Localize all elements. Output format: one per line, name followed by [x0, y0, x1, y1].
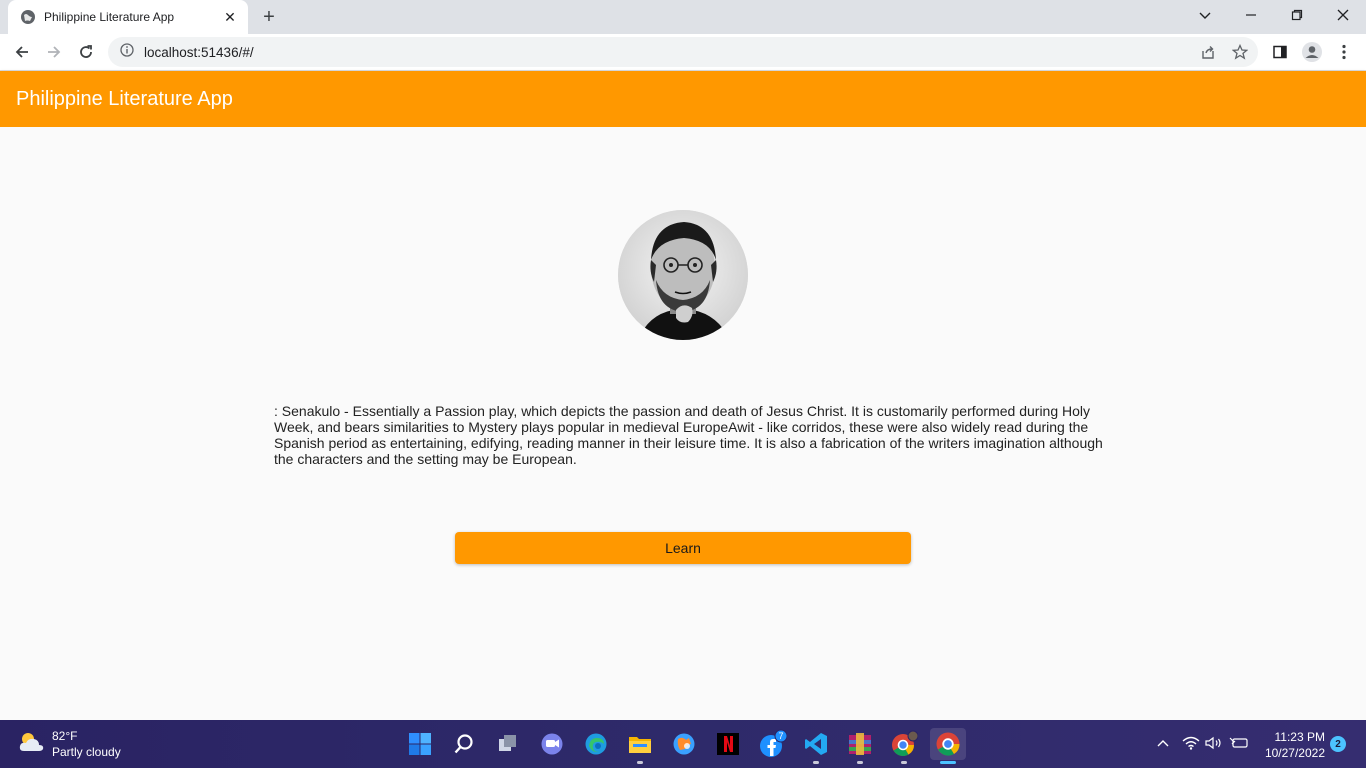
- partly-cloudy-icon: [16, 729, 46, 760]
- address-bar[interactable]: localhost:51436/#/: [108, 37, 1258, 67]
- globe-icon: [20, 9, 36, 25]
- reload-button[interactable]: [72, 38, 100, 66]
- url-text: localhost:51436/#/: [144, 44, 254, 60]
- browser-tab-bar: Philippine Literature App ✕ +: [0, 0, 1366, 34]
- system-clock[interactable]: 11:23 PM 10/27/2022: [1255, 729, 1325, 761]
- restore-button[interactable]: [1274, 0, 1320, 30]
- maps-app-icon[interactable]: [668, 728, 700, 760]
- weather-description: Partly cloudy: [52, 745, 121, 759]
- app-title: Philippine Literature App: [16, 87, 233, 110]
- main-content: : Senakulo - Essentially a Passion play,…: [0, 127, 1366, 720]
- browser-toolbar: localhost:51436/#/: [0, 34, 1366, 71]
- bookmark-star-icon[interactable]: [1226, 38, 1254, 66]
- profile-avatar-icon[interactable]: [1298, 38, 1326, 66]
- minimize-button[interactable]: [1228, 0, 1274, 30]
- info-icon[interactable]: [120, 42, 134, 62]
- tab-title: Philippine Literature App: [44, 10, 175, 24]
- weather-widget[interactable]: 82°F Partly cloudy: [16, 728, 121, 760]
- new-tab-button[interactable]: +: [258, 6, 280, 28]
- battery-icon[interactable]: [1228, 732, 1250, 754]
- netflix-icon[interactable]: [712, 728, 744, 760]
- literature-description: : Senakulo - Essentially a Passion play,…: [274, 403, 1103, 467]
- wifi-icon[interactable]: [1180, 732, 1202, 754]
- chat-icon[interactable]: [536, 728, 568, 760]
- task-view-icon[interactable]: [492, 728, 524, 760]
- chrome-browser-icon[interactable]: [930, 728, 966, 764]
- start-button[interactable]: [404, 728, 436, 760]
- vscode-icon[interactable]: [800, 728, 832, 764]
- tab-close-icon[interactable]: ✕: [222, 9, 238, 25]
- tab-search-chevron-icon[interactable]: [1182, 0, 1228, 30]
- show-hidden-icons-chevron-icon[interactable]: [1152, 732, 1174, 754]
- running-indicator: [813, 761, 819, 764]
- winrar-icon[interactable]: [844, 728, 876, 764]
- clock-time: 11:23 PM: [1274, 730, 1325, 744]
- app-bar: Philippine Literature App: [0, 71, 1366, 127]
- file-explorer-icon[interactable]: [624, 728, 656, 764]
- messenger-icon[interactable]: 7: [756, 728, 788, 760]
- notification-badge[interactable]: 2: [1330, 736, 1346, 752]
- edge-browser-icon[interactable]: [580, 728, 612, 760]
- share-icon[interactable]: [1194, 38, 1222, 66]
- windows-taskbar: 82°F Partly cloudy 7 11:23 PM 10/27/2022…: [0, 720, 1366, 768]
- running-indicator: [901, 761, 907, 764]
- forward-button[interactable]: [40, 38, 68, 66]
- search-icon[interactable]: [448, 728, 480, 760]
- clock-date: 10/27/2022: [1264, 746, 1325, 760]
- weather-temperature: 82°F: [52, 729, 78, 743]
- close-window-button[interactable]: [1320, 0, 1366, 30]
- chrome-profile-icon[interactable]: [888, 728, 920, 764]
- menu-dots-icon[interactable]: [1330, 38, 1358, 66]
- learn-button[interactable]: Learn: [455, 532, 911, 564]
- side-panel-icon[interactable]: [1266, 38, 1294, 66]
- back-button[interactable]: [8, 38, 36, 66]
- running-indicator: [637, 761, 643, 764]
- browser-tab[interactable]: Philippine Literature App ✕: [8, 0, 248, 34]
- running-indicator: [857, 761, 863, 764]
- messenger-badge: 7: [778, 731, 783, 741]
- active-indicator: [940, 761, 956, 764]
- author-portrait: [618, 210, 748, 340]
- volume-icon[interactable]: [1203, 732, 1225, 754]
